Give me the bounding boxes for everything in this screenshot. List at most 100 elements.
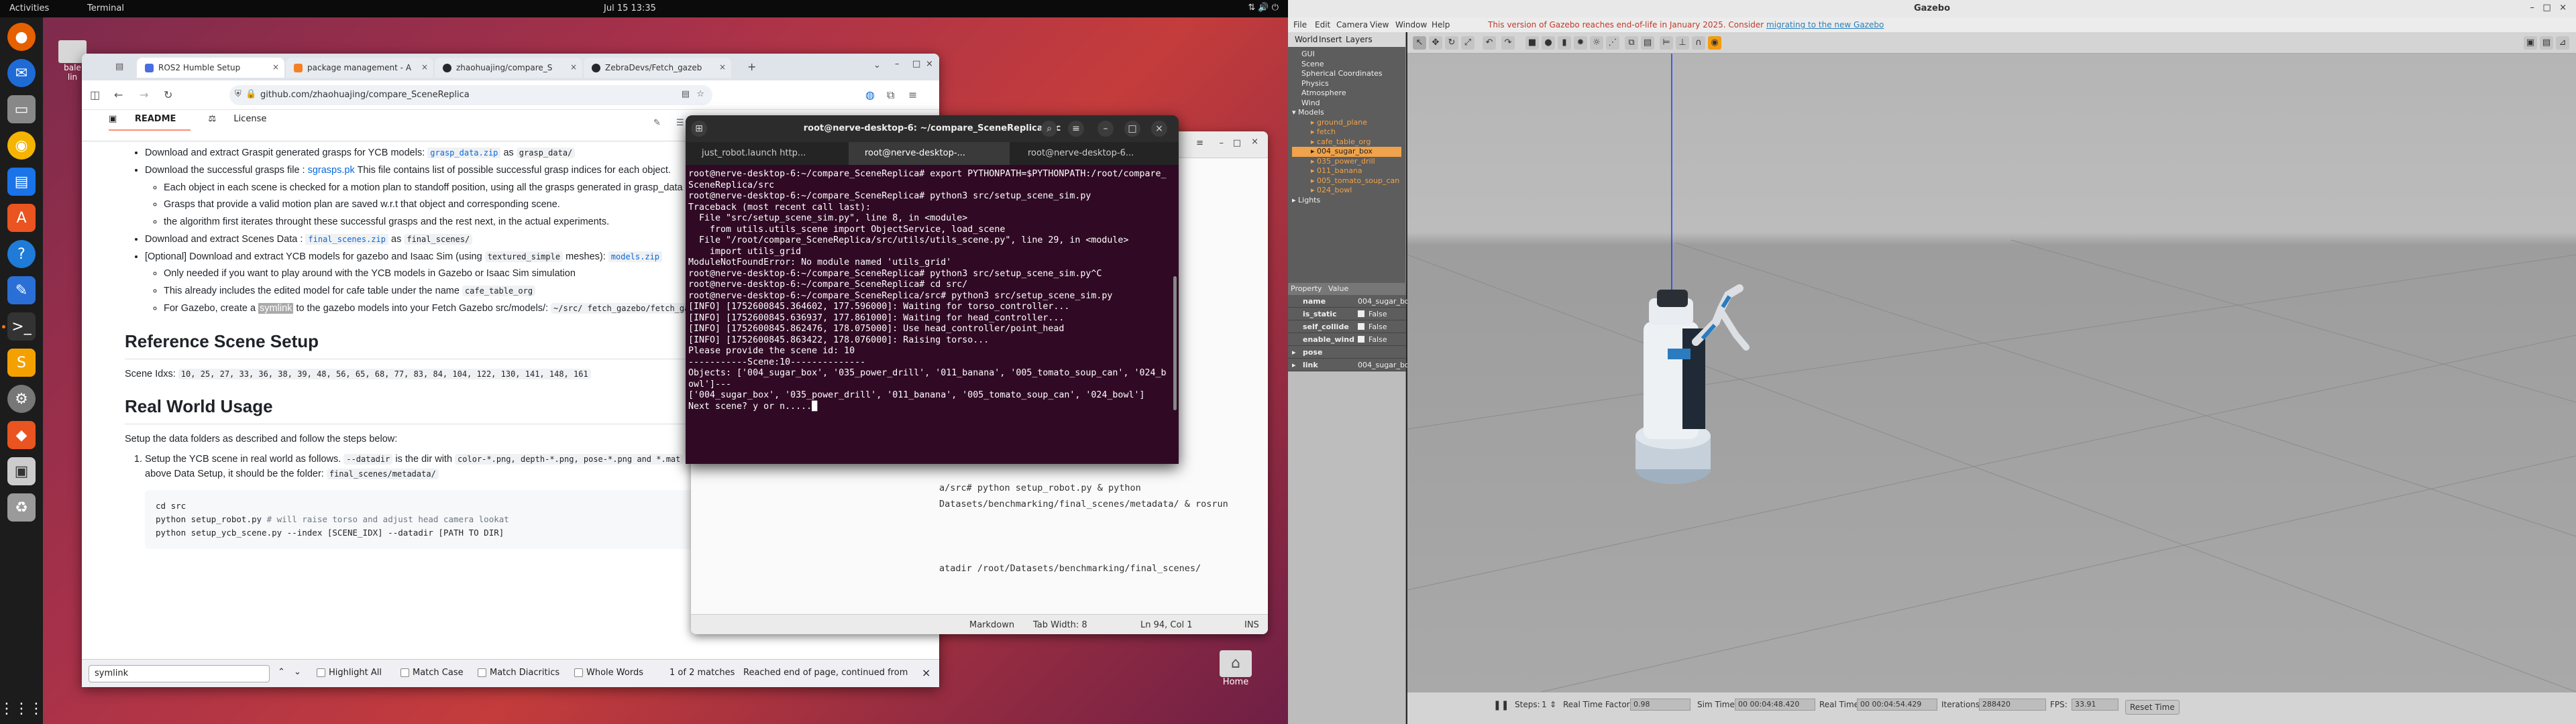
tree-item-model[interactable]: ▸ 035_power_drill: [1292, 157, 1401, 167]
tree-item-model[interactable]: ▸ 005_tomato_soup_can: [1292, 176, 1401, 186]
step-spinner-icon[interactable]: ⇕: [1550, 700, 1556, 709]
editor-text[interactable]: a/src# python setup_robot.py & python Da…: [939, 480, 1228, 577]
highlight-all-checkbox[interactable]: Highlight All: [317, 668, 382, 678]
extensions-icon[interactable]: ⧉: [887, 88, 894, 102]
activities-button[interactable]: Activities: [9, 3, 49, 13]
close-tab-icon[interactable]: ×: [421, 62, 428, 72]
find-input[interactable]: symlink: [89, 665, 270, 682]
migrate-link[interactable]: migrating to the new Gazebo: [1766, 20, 1884, 29]
tree-item-model[interactable]: ▸ ground_plane: [1292, 118, 1401, 128]
magnet-icon[interactable]: ∩: [1692, 36, 1705, 50]
sublime-icon[interactable]: S: [7, 349, 36, 377]
tab-compare-scenereplica[interactable]: zhaohuajing/compare_S ×: [435, 58, 582, 78]
tab-layers[interactable]: Layers: [1346, 35, 1373, 44]
terminal-tab-active[interactable]: root@nerve-desktop-...: [849, 142, 1010, 165]
thunderbird-icon[interactable]: ✉: [7, 59, 36, 87]
tab-ros2-humble[interactable]: ROS2 Humble Setup ×: [137, 58, 284, 78]
checkbox-icon[interactable]: [1358, 336, 1364, 343]
lock-icon[interactable]: 🔒: [246, 89, 256, 99]
cursor-position[interactable]: Ln 94, Col 1: [1140, 620, 1192, 630]
close-tab-icon[interactable]: ×: [570, 62, 577, 72]
tab-dropdown-icon[interactable]: ⌄: [873, 60, 881, 70]
plot-icon[interactable]: ⊿: [2556, 36, 2569, 50]
tree-item[interactable]: Scene: [1292, 60, 1401, 70]
pause-icon[interactable]: ❚❚: [1493, 700, 1509, 711]
tab-world[interactable]: World: [1295, 35, 1318, 44]
menu-camera[interactable]: Camera: [1336, 20, 1368, 29]
steps-value[interactable]: 1: [1542, 700, 1547, 709]
tree-item-lights[interactable]: ▸ Lights: [1292, 196, 1401, 206]
writer-icon[interactable]: ▤: [7, 168, 36, 196]
select-mode-icon[interactable]: ↖: [1413, 36, 1426, 50]
forward-icon[interactable]: →: [140, 88, 148, 101]
editor-menu-icon[interactable]: ≡: [1196, 138, 1203, 148]
property-value[interactable]: False: [1358, 310, 1387, 318]
camera-icon[interactable]: ▣: [2524, 36, 2537, 50]
close-find-icon[interactable]: ×: [922, 666, 930, 679]
screenshot-icon[interactable]: ◉: [1708, 36, 1721, 50]
firefox-icon[interactable]: ●: [7, 23, 36, 51]
tab-package-management[interactable]: package management - A ×: [286, 58, 433, 78]
find-previous-icon[interactable]: ⌃: [278, 667, 285, 677]
orange-app-icon[interactable]: ◆: [7, 421, 36, 449]
language-selector[interactable]: Markdown: [969, 620, 1014, 630]
property-row-pose[interactable]: ▸ pose: [1288, 346, 1406, 359]
scale-icon[interactable]: ⤢: [1461, 36, 1474, 50]
reload-icon[interactable]: ↻: [164, 88, 172, 101]
menu-file[interactable]: File: [1293, 20, 1307, 29]
whole-words-checkbox[interactable]: Whole Words: [574, 668, 643, 678]
tree-item[interactable]: GUI: [1292, 50, 1401, 60]
menu-help[interactable]: Help: [1432, 20, 1450, 29]
tree-item-model[interactable]: ▸ cafe_table_org: [1292, 137, 1401, 147]
translate-icon[interactable]: ✥: [1429, 36, 1442, 50]
rotate-icon[interactable]: ↻: [1445, 36, 1458, 50]
models-zip-link[interactable]: models.zip: [608, 251, 663, 262]
checkbox-icon[interactable]: [1358, 323, 1364, 330]
pocket-icon[interactable]: ◍: [865, 88, 875, 101]
help-icon[interactable]: ?: [7, 240, 36, 268]
disk-icon[interactable]: ▣: [7, 457, 36, 485]
maximize-icon[interactable]: □: [2542, 3, 2551, 13]
terminal-tab[interactable]: just_robot.launch http...: [686, 142, 847, 165]
property-row[interactable]: enable_wind False: [1288, 333, 1406, 346]
back-icon[interactable]: ←: [114, 88, 123, 101]
minimize-icon[interactable]: –: [1097, 121, 1114, 137]
close-window-icon[interactable]: ×: [926, 59, 933, 69]
gazebo-3d-viewport[interactable]: [1407, 54, 2576, 692]
edit-pencil-icon[interactable]: ✎: [653, 118, 661, 128]
terminal-output[interactable]: root@nerve-desktop-6:~/compare_SceneRepl…: [688, 169, 1171, 412]
tab-license[interactable]: ⚖ License: [209, 114, 282, 124]
sphere-shape-icon[interactable]: ●: [1542, 36, 1555, 50]
close-window-icon[interactable]: ×: [1151, 121, 1167, 137]
files-icon[interactable]: ▭: [7, 95, 36, 123]
minimize-icon[interactable]: –: [895, 59, 900, 69]
minimize-icon[interactable]: –: [1220, 138, 1224, 148]
paste-icon[interactable]: ▤: [1641, 36, 1654, 50]
outline-icon[interactable]: ☰: [676, 118, 684, 128]
menu-view[interactable]: View: [1370, 20, 1389, 29]
sgrasps-link[interactable]: sgrasps.pk: [308, 165, 355, 176]
tab-fetch-gazebo[interactable]: ZebraDevs/Fetch_gazeb ×: [584, 58, 731, 78]
property-row[interactable]: is_static False: [1288, 308, 1406, 320]
maximize-icon[interactable]: □: [912, 59, 920, 69]
close-window-icon[interactable]: ×: [1251, 137, 1258, 147]
tab-width-selector[interactable]: Tab Width: 8: [1033, 620, 1087, 630]
app-center-icon[interactable]: A: [7, 204, 36, 232]
clock[interactable]: Jul 15 13:35: [604, 3, 656, 13]
property-value[interactable]: False: [1358, 322, 1387, 331]
undo-icon[interactable]: ↶: [1483, 36, 1496, 50]
close-tab-icon[interactable]: ×: [719, 62, 726, 72]
terminal-tab[interactable]: root@nerve-desktop-6...: [1012, 142, 1173, 165]
box-shape-icon[interactable]: ■: [1525, 36, 1539, 50]
menu-edit[interactable]: Edit: [1315, 20, 1330, 29]
tree-item[interactable]: Wind: [1292, 99, 1401, 109]
reset-time-button[interactable]: Reset Time: [2125, 700, 2180, 715]
show-apps-icon[interactable]: ⋮⋮⋮: [0, 695, 44, 723]
tree-item-model-selected[interactable]: ▸ 004_sugar_box: [1292, 147, 1401, 157]
tree-item-model[interactable]: ▸ 011_banana: [1292, 166, 1401, 176]
find-next-icon[interactable]: ⌄: [294, 667, 301, 677]
spot-light-icon[interactable]: ☼: [1590, 36, 1603, 50]
search-icon[interactable]: ⌕: [1041, 121, 1057, 137]
system-tray[interactable]: ⇅ 🔊 ⏻: [1248, 3, 1279, 13]
checkbox-icon[interactable]: [1358, 310, 1364, 317]
